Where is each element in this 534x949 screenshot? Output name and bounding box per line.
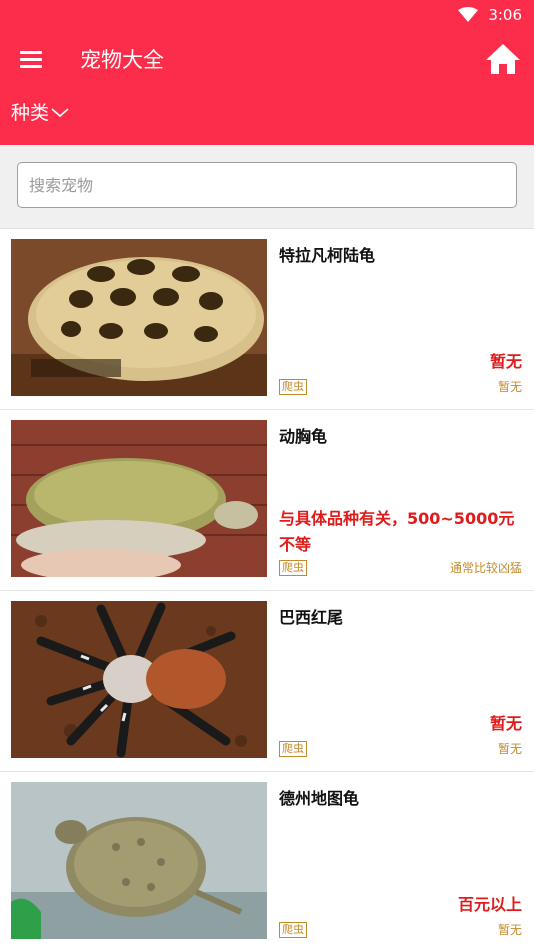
list-item[interactable]: 巴西红尾 暂无 爬虫 暂无 — [0, 591, 534, 772]
list-item[interactable]: 动胸龟 与具体品种有关，500~5000元不等 爬虫 通常比较凶猛 — [0, 410, 534, 591]
pet-note: 暂无 — [497, 380, 522, 394]
pet-name: 德州地图龟 — [279, 789, 360, 808]
category-badge: 爬虫 — [279, 379, 307, 395]
category-badge: 爬虫 — [279, 560, 307, 576]
pet-note: 暂无 — [497, 923, 522, 937]
pet-image — [11, 239, 267, 396]
app-title: 宠物大全 — [80, 48, 164, 72]
hamburger-icon — [20, 47, 42, 72]
pet-image — [11, 782, 267, 939]
search-input[interactable] — [17, 162, 517, 208]
status-bar: 3:06 — [0, 0, 534, 30]
category-filter-label: 种类 — [11, 102, 50, 124]
pet-price: 暂无 — [489, 352, 522, 371]
list-item[interactable]: 德州地图龟 百元以上 爬虫 暂无 — [0, 772, 534, 949]
pet-info: 特拉凡柯陆龟 暂无 爬虫 暂无 — [279, 239, 522, 397]
pet-image — [11, 420, 267, 577]
home-icon[interactable] — [484, 42, 522, 76]
chevron-down-icon — [51, 108, 69, 118]
list-item[interactable]: 特拉凡柯陆龟 暂无 爬虫 暂无 — [0, 229, 534, 410]
pet-list: 特拉凡柯陆龟 暂无 爬虫 暂无 动胸龟 与具体品种有关，500~5000元不等 … — [0, 228, 534, 949]
pet-info: 巴西红尾 暂无 爬虫 暂无 — [279, 601, 522, 759]
app-bar: 宠物大全 — [0, 30, 534, 88]
pet-note: 通常比较凶猛 — [449, 561, 522, 575]
category-badge: 爬虫 — [279, 922, 307, 938]
category-badge: 爬虫 — [279, 741, 307, 757]
pet-note: 暂无 — [497, 742, 522, 756]
menu-button[interactable] — [0, 30, 62, 88]
pet-price: 与具体品种有关，500~5000元不等 — [279, 509, 515, 554]
pet-name: 特拉凡柯陆龟 — [279, 246, 376, 265]
pet-info: 德州地图龟 百元以上 爬虫 暂无 — [279, 782, 522, 940]
wifi-icon — [458, 7, 479, 22]
pet-name: 动胸龟 — [279, 427, 328, 446]
pet-price: 百元以上 — [457, 895, 522, 914]
status-time: 3:06 — [488, 6, 522, 24]
pet-name: 巴西红尾 — [279, 608, 344, 627]
pet-info: 动胸龟 与具体品种有关，500~5000元不等 爬虫 通常比较凶猛 — [279, 420, 522, 578]
pet-image — [11, 601, 267, 758]
search-area — [0, 145, 534, 228]
pet-price: 暂无 — [489, 714, 522, 733]
category-filter[interactable]: 种类 — [0, 88, 534, 145]
